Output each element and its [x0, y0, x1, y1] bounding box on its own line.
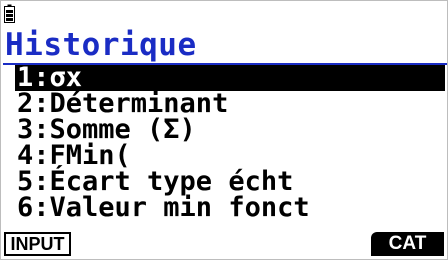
- list-item[interactable]: 6:Valeur min fonct: [1, 192, 448, 223]
- list-item-label: 6:Valeur min fonct: [17, 192, 310, 223]
- calculator-screen: Historique 1:σx 2:Déterminant 3:Somme (Σ…: [0, 0, 448, 260]
- menu-title: Historique: [5, 27, 197, 63]
- function-key-bar: INPUT CAT: [1, 232, 448, 259]
- battery-icon: [4, 4, 15, 23]
- input-softkey[interactable]: INPUT: [4, 232, 71, 256]
- status-bar: [1, 1, 448, 27]
- catalog-softkey[interactable]: CAT: [371, 232, 444, 256]
